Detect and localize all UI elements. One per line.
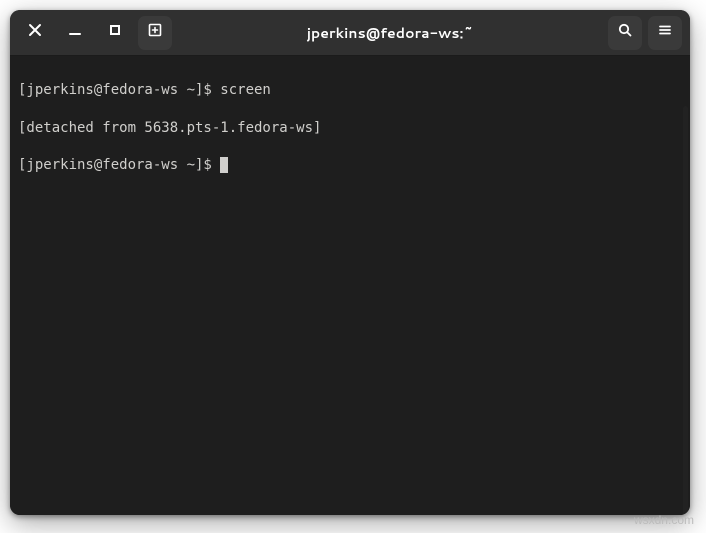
terminal-line: [jperkins@fedora-ws ~]$ screen xyxy=(18,81,682,100)
window-controls-right xyxy=(608,16,682,50)
terminal-prompt: [jperkins@fedora-ws ~]$ xyxy=(18,157,220,173)
search-button[interactable] xyxy=(608,16,642,50)
terminal-window: jperkins@fedora-ws:~ [jperkins@fedora-ws… xyxy=(10,10,690,515)
maximize-icon xyxy=(107,21,123,44)
terminal-line: [jperkins@fedora-ws ~]$ xyxy=(18,156,682,175)
window-controls-left xyxy=(18,16,172,50)
close-icon xyxy=(27,21,43,44)
hamburger-menu-icon xyxy=(657,21,673,44)
maximize-button[interactable] xyxy=(98,16,132,50)
new-tab-button[interactable] xyxy=(138,16,172,50)
terminal-content[interactable]: [jperkins@fedora-ws ~]$ screen [detached… xyxy=(10,56,690,515)
close-button[interactable] xyxy=(18,16,52,50)
scrollbar[interactable] xyxy=(683,106,688,515)
minimize-icon xyxy=(67,21,83,44)
watermark-text: wsxdn.com xyxy=(634,513,694,527)
search-icon xyxy=(617,21,633,44)
terminal-cursor xyxy=(220,157,228,173)
titlebar: jperkins@fedora-ws:~ xyxy=(10,10,690,56)
terminal-line: [detached from 5638.pts-1.fedora-ws] xyxy=(18,119,682,138)
menu-button[interactable] xyxy=(648,16,682,50)
minimize-button[interactable] xyxy=(58,16,92,50)
window-title: jperkins@fedora-ws:~ xyxy=(178,23,602,43)
new-tab-icon xyxy=(147,21,163,44)
